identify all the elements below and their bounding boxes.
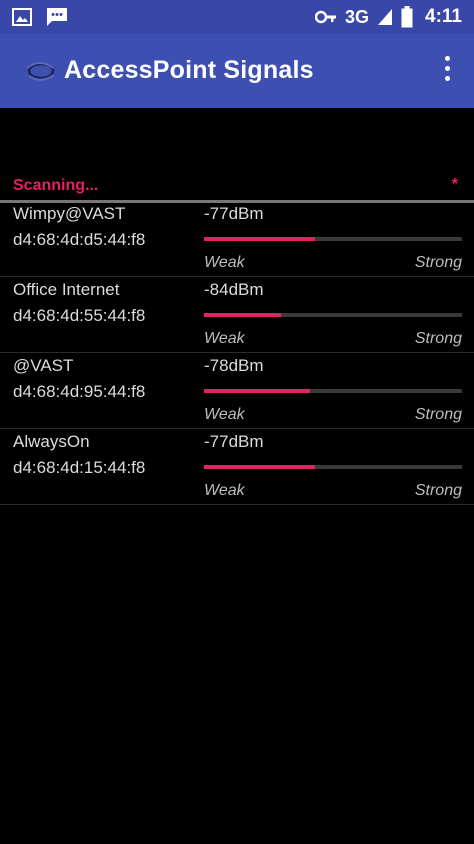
signal-strength-bar [204,465,462,469]
scanning-label: Scanning... [13,177,99,194]
app-bar: AccessPoint Signals [0,34,474,108]
weak-label: Weak [204,406,245,423]
scan-indicator: * [451,176,458,193]
battery-icon [401,6,413,28]
ap-ssid: AlwaysOn [13,432,90,451]
image-icon [12,8,32,26]
clock-time: 4:11 [425,6,462,27]
access-point-row[interactable]: AlwaysOn d4:68:4d:15:44:f8 -77dBm Weak S… [0,429,474,505]
access-point-list: Wimpy@VAST d4:68:4d:d5:44:f8 -77dBm Weak… [0,201,474,505]
signal-strength-fill [204,313,282,317]
overflow-menu-icon [444,56,450,61]
ap-signal-dbm: -77dBm [204,432,264,451]
signal-strength-bar [204,389,462,393]
strong-label: Strong [414,254,462,271]
scan-status-header: Scanning... * [0,174,474,203]
weak-label: Weak [204,482,245,499]
strong-label: Strong [414,482,462,499]
ap-signal-dbm: -84dBm [204,280,264,299]
network-type-label: 3G [345,7,370,27]
signal-strength-fill [204,237,315,241]
ap-ssid: Office Internet [13,280,120,299]
wifi-antenna-icon [24,58,56,84]
ap-mac-address: d4:68:4d:55:44:f8 [13,306,146,325]
weak-label: Weak [204,254,245,271]
signal-strength-bar [204,313,462,317]
access-point-row[interactable]: Office Internet d4:68:4d:55:44:f8 -84dBm… [0,277,474,353]
access-point-row[interactable]: Wimpy@VAST d4:68:4d:d5:44:f8 -77dBm Weak… [0,201,474,277]
ap-ssid: @VAST [13,356,74,375]
ap-ssid: Wimpy@VAST [13,204,126,223]
signal-strength-bar [204,237,462,241]
app-title: AccessPoint Signals [64,56,314,84]
ap-signal-dbm: -77dBm [204,204,264,223]
strong-label: Strong [414,330,462,347]
ap-mac-address: d4:68:4d:15:44:f8 [13,458,146,477]
signal-strength-fill [204,465,315,469]
access-point-row[interactable]: @VAST d4:68:4d:95:44:f8 -78dBm Weak Stro… [0,353,474,429]
strong-label: Strong [414,406,462,423]
key-icon [315,10,337,24]
signal-strength-fill [204,389,310,393]
cell-signal-icon [377,8,393,26]
status-bar: 3G 4:11 [0,0,474,34]
ap-mac-address: d4:68:4d:95:44:f8 [13,382,146,401]
overflow-menu-button[interactable] [436,56,458,86]
chat-message-icon [46,7,68,27]
ap-signal-dbm: -78dBm [204,356,264,375]
ap-mac-address: d4:68:4d:d5:44:f8 [13,230,146,249]
weak-label: Weak [204,330,245,347]
